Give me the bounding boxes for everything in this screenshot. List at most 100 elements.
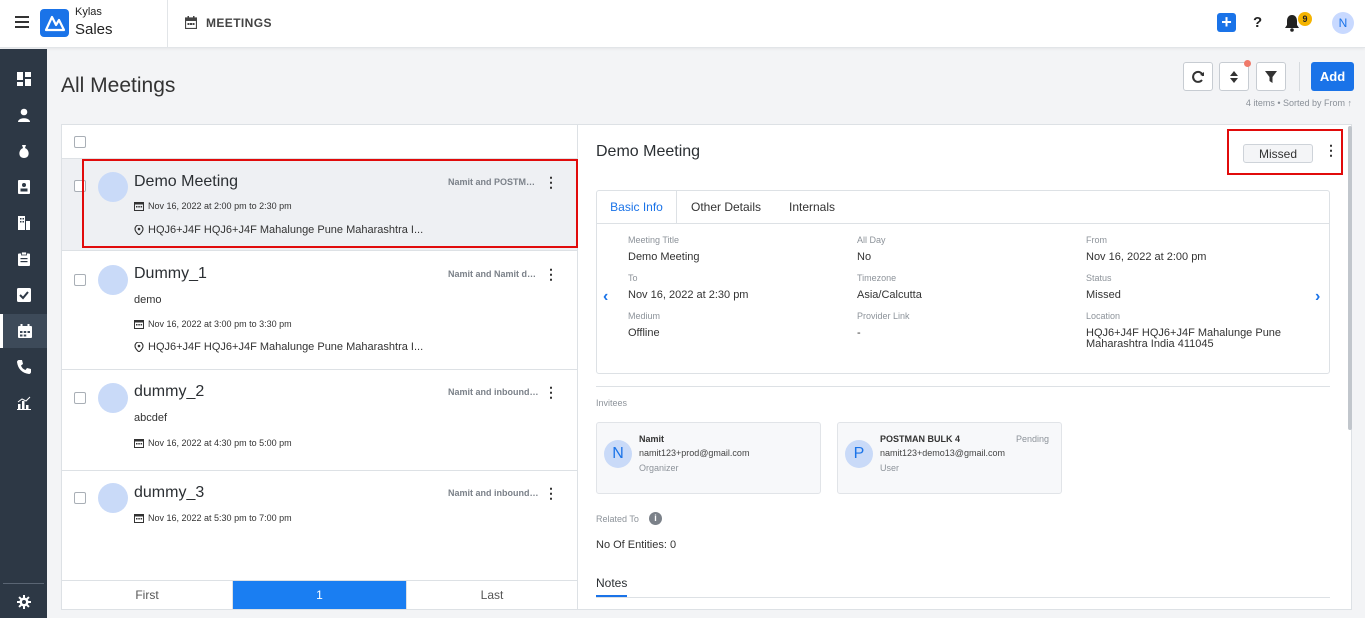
invitee-card[interactable]: P POSTMAN BULK 4 namit123+demo13@gmail.c… — [837, 422, 1062, 494]
entities-count: No Of Entities: 0 — [596, 539, 677, 551]
current-page-button[interactable]: 1 — [233, 581, 406, 609]
brand-product: Sales — [75, 21, 113, 38]
field-label: Provider Link — [857, 311, 910, 321]
dashboard-icon[interactable] — [0, 62, 47, 96]
chart-icon[interactable] — [0, 386, 47, 420]
meeting-title[interactable]: dummy_3 — [134, 484, 204, 502]
tab-basic-info[interactable]: Basic Info — [597, 191, 677, 223]
divider — [596, 597, 1330, 598]
building-icon[interactable] — [0, 206, 47, 240]
chevron-right-icon[interactable]: › — [1315, 288, 1320, 306]
quick-add-button[interactable]: + — [1217, 13, 1236, 32]
hamburger-menu-icon[interactable] — [15, 16, 29, 28]
calendar-icon — [134, 514, 144, 523]
field-label: From — [1086, 235, 1107, 245]
user-icon[interactable] — [0, 98, 47, 132]
checkbox-icon[interactable] — [0, 278, 47, 312]
meeting-title[interactable]: dummy_2 — [134, 383, 204, 401]
sidebar — [0, 49, 47, 618]
list-item[interactable]: dummy_2 Namit and inbound user ⋮ abcdef … — [62, 370, 577, 471]
first-page-button[interactable]: First — [62, 581, 233, 609]
more-options-icon[interactable]: ⋮ — [544, 267, 558, 281]
calendar-icon — [134, 439, 144, 448]
add-button[interactable]: Add — [1311, 62, 1354, 91]
filter-icon — [1265, 70, 1277, 83]
field-label: Medium — [628, 311, 661, 321]
pagination: First 1 Last — [62, 580, 577, 609]
meeting-time-text: Nov 16, 2022 at 4:30 pm to 5:00 pm — [148, 438, 292, 448]
avatar — [98, 265, 128, 295]
sort-indicator-dot — [1244, 60, 1251, 67]
field-value: No — [857, 251, 872, 263]
invitee-role: Organizer — [639, 463, 679, 473]
divider — [596, 386, 1330, 387]
avatar — [98, 483, 128, 513]
meeting-detail-panel: Demo Meeting Missed ⋮ Basic Info Other D… — [578, 124, 1352, 610]
field-label: Timezone — [857, 273, 897, 283]
clipboard-icon[interactable] — [0, 242, 47, 276]
field-value: Demo Meeting — [628, 251, 700, 263]
meeting-time-text: Nov 16, 2022 at 5:30 pm to 7:00 pm — [148, 513, 292, 523]
tab-internals[interactable]: Internals — [775, 191, 849, 223]
chevron-left-icon[interactable]: ‹ — [603, 288, 608, 306]
meeting-time: Nov 16, 2022 at 4:30 pm to 5:00 pm — [134, 438, 292, 448]
meeting-location-text: HQJ6+J4F HQJ6+J4F Mahalunge Pune Maharas… — [148, 341, 424, 353]
moneybag-icon[interactable] — [0, 134, 47, 168]
field-value: Asia/Calcutta — [857, 289, 922, 301]
last-page-button[interactable]: Last — [406, 581, 577, 609]
meeting-participants: Namit and inbound user — [448, 488, 540, 498]
meeting-time: Nov 16, 2022 at 3:00 pm to 3:30 pm — [134, 319, 292, 329]
highlight-annotation — [82, 159, 578, 248]
field-value: Offline — [628, 327, 660, 339]
more-options-icon[interactable]: ⋮ — [544, 385, 558, 399]
info-icon[interactable]: i — [649, 512, 662, 525]
refresh-icon — [1192, 70, 1204, 83]
more-options-icon[interactable]: ⋮ — [544, 486, 558, 500]
top-bar: Kylas Sales MEETINGS + ? 9 N — [0, 0, 1365, 48]
sidebar-divider — [3, 583, 44, 584]
field-value: Nov 16, 2022 at 2:00 pm — [1086, 251, 1207, 263]
meeting-time: Nov 16, 2022 at 5:30 pm to 7:00 pm — [134, 513, 292, 523]
divider — [167, 0, 168, 48]
row-checkbox[interactable] — [74, 274, 86, 286]
filter-button[interactable] — [1256, 62, 1286, 91]
field-label: To — [628, 273, 638, 283]
row-checkbox[interactable] — [74, 392, 86, 404]
user-avatar[interactable]: N — [1332, 12, 1354, 34]
items-count-note: 4 items • Sorted by From ↑ — [1245, 98, 1352, 108]
list-item[interactable]: dummy_3 Namit and inbound user ⋮ Nov 16,… — [62, 471, 577, 549]
invitee-card[interactable]: N Namit namit123+prod@gmail.com Organize… — [596, 422, 821, 494]
contact-card-icon[interactable] — [0, 170, 47, 204]
kylas-logo-icon[interactable] — [40, 9, 69, 37]
field-value: HQJ6+J4F HQJ6+J4F Mahalunge Pune — [1086, 327, 1282, 339]
list-item[interactable]: Dummy_1 Namit and Namit demo ⋮ demo Nov … — [62, 251, 577, 370]
scrollbar[interactable] — [1348, 126, 1352, 430]
meeting-title[interactable]: Dummy_1 — [134, 265, 207, 283]
related-to-label: Related To — [596, 514, 639, 524]
notification-badge: 9 — [1298, 12, 1312, 26]
tab-other-details[interactable]: Other Details — [677, 191, 775, 223]
invitee-email: namit123+demo13@gmail.com — [880, 448, 1005, 458]
calendar-icon — [134, 320, 144, 329]
row-checkbox[interactable] — [74, 492, 86, 504]
help-button[interactable]: ? — [1253, 14, 1262, 31]
meeting-participants: Namit and Namit demo — [448, 269, 540, 279]
meeting-description: demo — [134, 294, 162, 306]
tab-notes[interactable]: Notes — [596, 576, 628, 597]
invitee-role: User — [880, 463, 900, 473]
field-value: Missed — [1086, 289, 1121, 301]
calendar-icon[interactable] — [0, 314, 47, 348]
refresh-button[interactable] — [1183, 62, 1213, 91]
avatar — [98, 383, 128, 413]
field-value: Maharashtra India 411045 — [1086, 338, 1214, 350]
phone-icon[interactable] — [0, 350, 47, 384]
sort-icon — [1230, 70, 1238, 83]
invitee-status: Pending — [1016, 434, 1050, 444]
gear-icon[interactable] — [0, 585, 47, 618]
field-label: All Day — [857, 235, 886, 245]
invitee-name: POSTMAN BULK 4 — [880, 434, 961, 444]
field-label: Location — [1086, 311, 1121, 321]
meeting-time-text: Nov 16, 2022 at 3:00 pm to 3:30 pm — [148, 319, 292, 329]
module-title: MEETINGS — [206, 16, 272, 30]
select-all-checkbox[interactable] — [74, 136, 86, 148]
